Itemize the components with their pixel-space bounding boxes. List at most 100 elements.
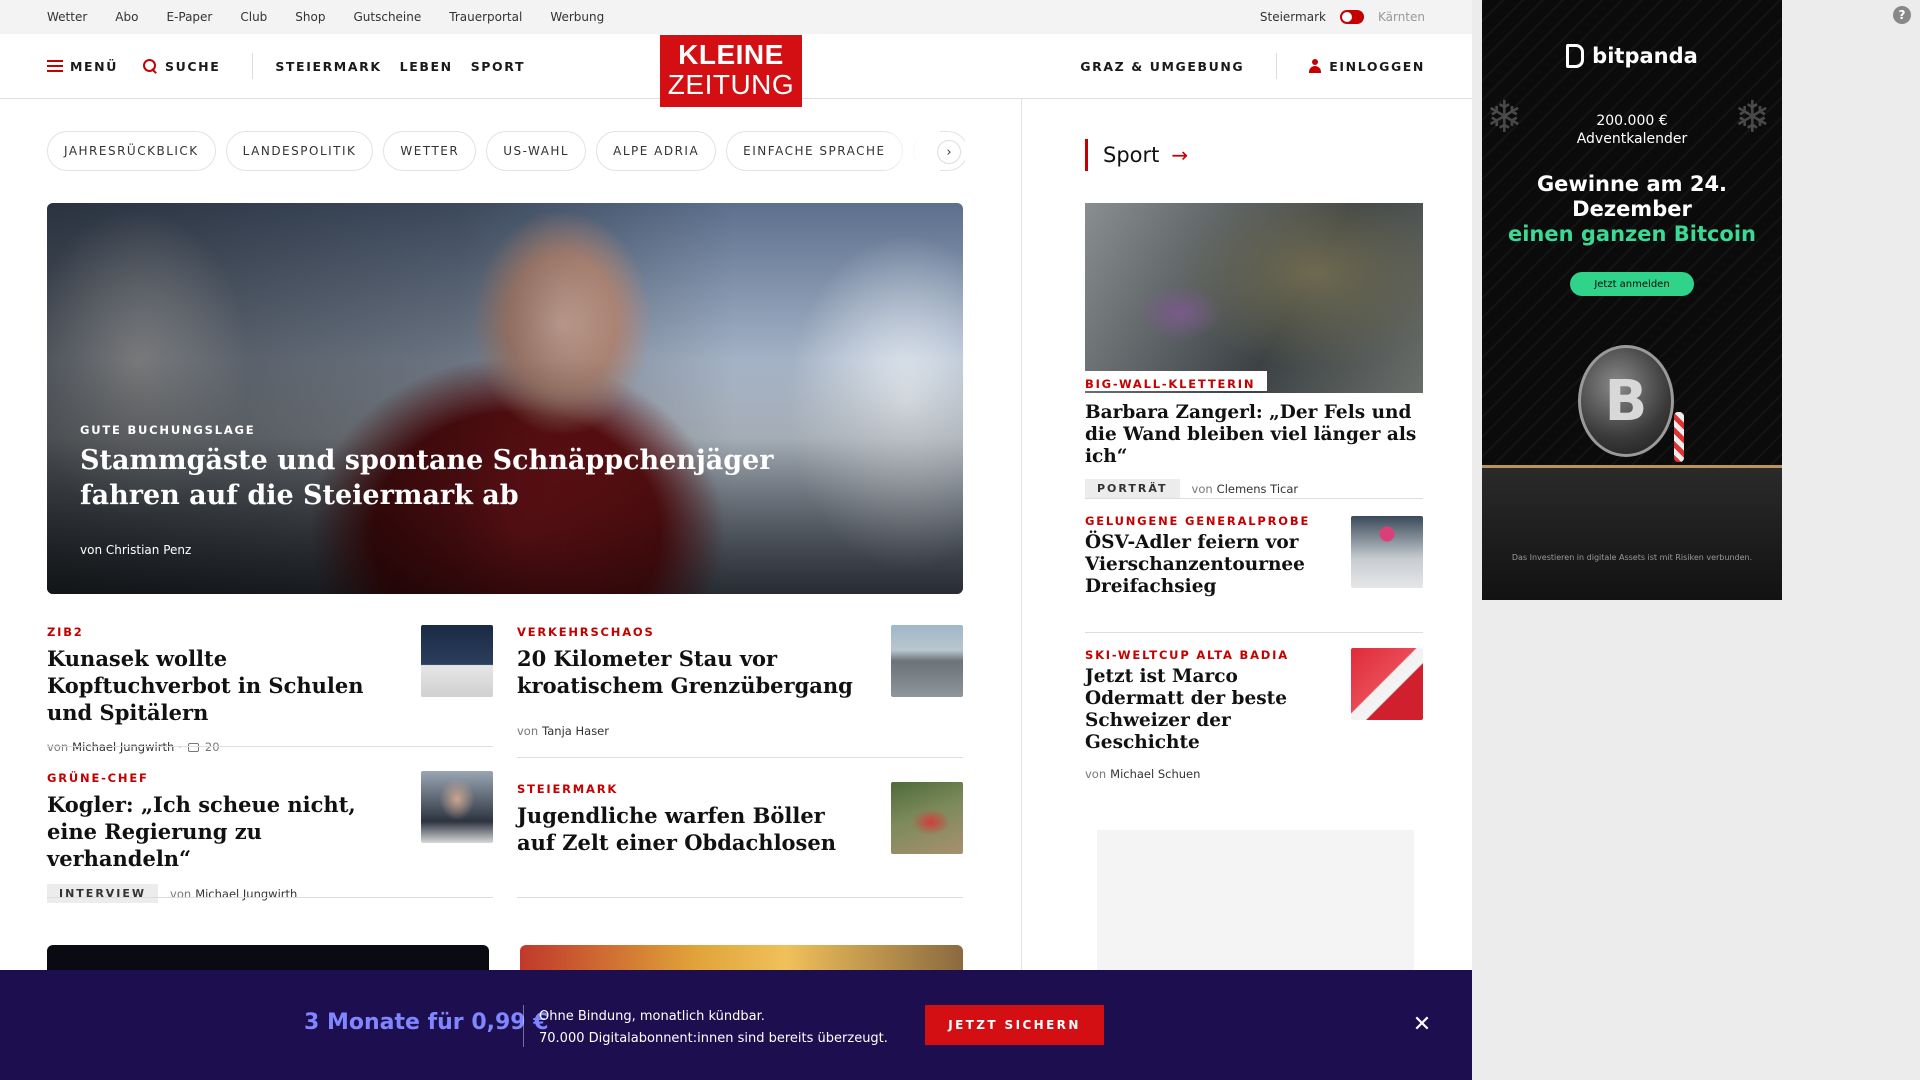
util-link-werbung[interactable]: Werbung (550, 10, 604, 24)
sport-lead-meta: PORTRÄT von Clemens Ticar (1085, 479, 1423, 498)
utility-bar: Wetter Abo E-Paper Club Shop Gutscheine … (0, 0, 1472, 34)
util-link-trauerportal[interactable]: Trauerportal (449, 10, 522, 24)
ad-subline: 200.000 € Adventkalender (1482, 112, 1782, 148)
article-kicker: STEIERMARK (517, 782, 619, 796)
ad-headline-1: Gewinne am 24. (1536, 172, 1728, 196)
hero-author: von Christian Penz (80, 543, 191, 557)
hamburger-icon (47, 60, 63, 72)
login-label: EINLOGGEN (1329, 58, 1425, 74)
util-link-wetter[interactable]: Wetter (47, 10, 87, 24)
pill-us-wahl[interactable]: US-WAHL (486, 131, 587, 171)
bitcoin-coin-icon: B (1578, 345, 1674, 457)
site-logo[interactable]: KLEINE ZEITUNG (660, 35, 802, 107)
sport-teaser: SKI-WELTCUP ALTA BADIA Jetzt ist Marco O… (1085, 648, 1423, 781)
sport-section-heading[interactable]: Sport → (1085, 139, 1188, 171)
candy-cane-icon (1674, 412, 1684, 462)
nav-graz-umgebung[interactable]: GRAZ & UMGEBUNG (1080, 59, 1244, 74)
sport-thumbnail[interactable] (1351, 648, 1423, 720)
user-icon (1309, 59, 1322, 73)
bitpanda-logo-icon (1566, 44, 1585, 68)
pill-alpe-adria[interactable]: ALPE ADRIA (596, 131, 717, 171)
pill-einfache-sprache[interactable]: EINFACHE SPRACHE (726, 131, 903, 171)
author-name[interactable]: Michael Jungwirth (195, 887, 297, 901)
search-button[interactable]: SUCHE (142, 58, 220, 74)
pill-wetter[interactable]: WETTER (383, 131, 477, 171)
main-header: MENÜ SUCHE STEIERMARK LEBEN SPORT KLEINE… (0, 34, 1472, 107)
article-title[interactable]: 20 Kilometer Stau vor kroatischem Grenzü… (517, 645, 857, 699)
article-divider (47, 897, 493, 898)
article-thumbnail[interactable] (421, 625, 493, 697)
article-teaser: VERKEHRSCHAOS 20 Kilometer Stau vor kroa… (517, 625, 963, 738)
author-prefix: von (1191, 481, 1213, 496)
sport-title[interactable]: ÖSV-Adler feiern vor Vierschanzentournee… (1085, 532, 1325, 598)
sport-title[interactable]: Jetzt ist Marco Odermatt der beste Schwe… (1085, 666, 1325, 754)
article-title[interactable]: Kunasek wollte Kopftuchverbot in Schulen… (47, 645, 387, 726)
pill-jahresrueckblick[interactable]: JAHRESRÜCKBLICK (47, 131, 216, 171)
article-kicker: GRÜNE-CHEF (47, 771, 149, 785)
util-link-abo[interactable]: Abo (115, 10, 138, 24)
pills-fade (880, 131, 940, 171)
ad-podium (1482, 465, 1782, 600)
author-prefix: von (1085, 767, 1107, 781)
region-steiermark[interactable]: Steiermark (1260, 10, 1326, 24)
close-icon[interactable]: ✕ (1408, 1010, 1436, 1038)
pill-landespolitik[interactable]: LANDESPOLITIK (225, 131, 374, 171)
nav-sport[interactable]: SPORT (471, 59, 525, 74)
header-divider-right (1276, 53, 1278, 79)
help-icon[interactable]: ? (1893, 6, 1911, 24)
offer-line-2: 70.000 Digitalabonnent:innen sind bereit… (539, 1031, 888, 1046)
sport-thumbnail[interactable] (1351, 516, 1423, 588)
author-name[interactable]: Tanja Haser (542, 724, 609, 738)
region-kaernten[interactable]: Kärnten (1378, 10, 1425, 24)
util-link-club[interactable]: Club (240, 10, 267, 24)
nav-leben[interactable]: LEBEN (400, 59, 453, 74)
author-prefix: von (517, 724, 539, 738)
sidebar-divider (1085, 632, 1423, 633)
logo-line1: KLEINE (678, 39, 784, 70)
arrow-right-icon: → (1171, 143, 1189, 167)
article-thumbnail[interactable] (891, 782, 963, 854)
comment-count[interactable]: 20 (205, 740, 220, 754)
article-teaser: GRÜNE-CHEF Kogler: „Ich scheue nicht, ei… (47, 771, 493, 903)
ad-brand-name: bitpanda (1592, 44, 1698, 68)
author-name[interactable]: Michael Jungwirth (72, 740, 174, 754)
author-name[interactable]: Clemens Ticar (1217, 482, 1298, 496)
sport-lead-title[interactable]: Barbara Zangerl: „Der Fels und die Wand … (1085, 402, 1423, 468)
offer-price: 3 Monate für 0,99 € (304, 1010, 549, 1035)
nav-steiermark[interactable]: STEIERMARK (275, 59, 381, 74)
article-title[interactable]: Jugendliche warfen Böller auf Zelt einer… (517, 802, 857, 856)
subscribe-button[interactable]: JETZT SICHERN (925, 1005, 1104, 1045)
subscription-banner: 3 Monate für 0,99 € Ohne Bindung, monatl… (0, 970, 1472, 1080)
region-switch: Steiermark Kärnten (1260, 0, 1425, 34)
author-name[interactable]: Michael Schuen (1110, 767, 1200, 781)
column-divider (1021, 99, 1022, 999)
hero-teaser[interactable]: GUTE BUCHUNGSLAGE Stammgäste und spontan… (47, 203, 963, 594)
hero-title[interactable]: Stammgäste und spontane Schnäppchenjäger… (80, 443, 780, 513)
hero-overlay (47, 203, 963, 594)
hero-author-name[interactable]: Christian Penz (106, 543, 191, 557)
sport-lead-kicker: BIG-WALL-KLETTERIN (1085, 371, 1268, 391)
menu-label: MENÜ (70, 58, 118, 74)
meta-separator: · (178, 740, 182, 754)
article-title[interactable]: Kogler: „Ich scheue nicht, eine Regierun… (47, 791, 387, 872)
ad-headline-2: Dezember (1572, 197, 1692, 221)
article-thumbnail[interactable] (891, 625, 963, 697)
article-thumbnail[interactable] (421, 771, 493, 843)
topic-pills: JAHRESRÜCKBLICK LANDESPOLITIK WETTER US-… (47, 131, 965, 171)
menu-button[interactable]: MENÜ (47, 59, 118, 74)
sport-lead-image[interactable] (1085, 203, 1423, 393)
banner-divider (523, 1005, 524, 1047)
util-link-epaper[interactable]: E-Paper (166, 10, 212, 24)
article-teaser: ZIB2 Kunasek wollte Kopftuchverbot in Sc… (47, 625, 493, 754)
ad-cta-button[interactable]: Jetzt anmelden (1570, 272, 1694, 296)
util-link-shop[interactable]: Shop (295, 10, 325, 24)
section-nav: STEIERMARK LEBEN SPORT (275, 59, 525, 74)
author-prefix: von (47, 740, 69, 754)
pills-next-button[interactable]: › (937, 140, 961, 164)
sport-lead-teaser: Barbara Zangerl: „Der Fels und die Wand … (1085, 402, 1423, 498)
news-site: Wetter Abo E-Paper Club Shop Gutscheine … (0, 0, 1472, 1080)
util-link-gutscheine[interactable]: Gutscheine (353, 10, 421, 24)
region-toggle[interactable] (1339, 10, 1364, 24)
bitpanda-ad[interactable]: ❄ ❄ bitpanda 200.000 € Adventkalender Ge… (1482, 0, 1782, 600)
login-button[interactable]: EINLOGGEN (1309, 59, 1425, 74)
